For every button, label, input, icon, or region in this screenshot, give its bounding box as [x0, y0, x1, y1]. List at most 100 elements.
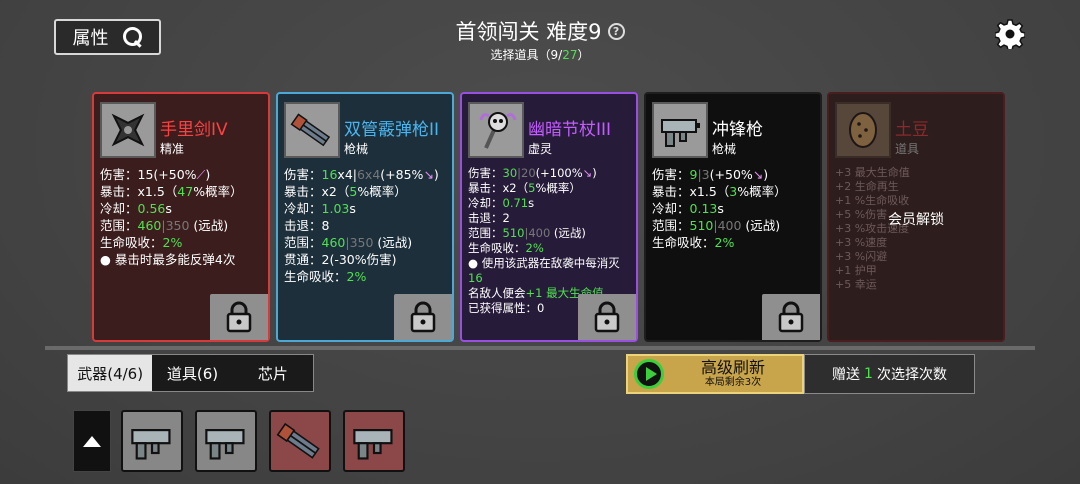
refresh-remaining: 本局剩余3次: [704, 377, 762, 388]
stat-cooldown: 冷却：1.03s: [284, 201, 356, 216]
stat-cooldown: 冷却：0.56s: [100, 201, 172, 216]
lock-button[interactable]: [210, 294, 268, 340]
inventory-tabs: 武器(4/6) 道具(6) 芯片: [67, 354, 314, 392]
lock-button[interactable]: [578, 294, 636, 340]
inventory-slot-smg[interactable]: [343, 410, 405, 472]
stat-knockback: 击退：8: [284, 218, 330, 233]
stat-line: +1 %生命吸收: [835, 194, 910, 207]
stat-range: 范围：460|350 (远战): [284, 235, 413, 250]
tab-items[interactable]: 道具(6): [152, 355, 232, 391]
item-card-potato-locked[interactable]: 土豆 道具 +3 最大生命值 +2 生命再生 +1 %生命吸收 +5 %伤害 +…: [827, 92, 1005, 342]
card-type: 枪械: [344, 142, 369, 156]
card-type: 精准: [160, 142, 185, 156]
stat-line: +2 生命再生: [835, 180, 899, 193]
shotgun-mini-icon: ↘: [423, 167, 434, 182]
smg-icon: [353, 429, 393, 460]
card-name: 手里剑IV: [160, 120, 228, 140]
play-icon: [634, 359, 664, 389]
counter-prefix: 选择道具（: [490, 48, 551, 62]
bonus-prefix: 赠送: [832, 367, 861, 383]
counter-suffix: ）: [577, 48, 590, 62]
stat-crit: 暴击：x2（5%概率）: [468, 181, 581, 195]
divider: [45, 346, 1035, 350]
card-name: 冲锋枪: [712, 120, 763, 140]
stat-special-1: ● 使用该武器在敌袭中每消灭16: [468, 256, 620, 285]
card-name: 幽暗节杖III: [528, 120, 612, 140]
smg-icon: [652, 102, 708, 158]
help-icon[interactable]: ?: [607, 22, 625, 40]
counter-current: 9: [550, 48, 559, 62]
gear-icon[interactable]: [995, 19, 1025, 49]
lock-button[interactable]: [762, 294, 820, 340]
stat-line: +5 幸运: [835, 278, 877, 291]
expand-up-button[interactable]: [73, 410, 111, 472]
stat-line: +3 %速度: [835, 236, 888, 249]
selection-counter: 选择道具（9/27）: [0, 46, 1080, 63]
stat-cooldown: 冷却：0.71s: [468, 196, 535, 210]
stat-line: +3 %闪避: [835, 250, 888, 263]
stat-range: 范围：510|400 (远战): [468, 226, 586, 240]
weapon-card-double-shotgun[interactable]: 双管霰弹枪II 枪械 伤害：16x4|6x4(+85%↘) 暴击：x2（5%概率…: [276, 92, 454, 342]
scepter-icon: [468, 102, 524, 158]
page-title: 首领闯关 难度9: [455, 20, 602, 44]
stat-crit: 暴击：x2（5%概率）: [284, 184, 407, 199]
lock-icon: [226, 301, 252, 333]
stat-damage: 伤害：15(+50%⟋): [100, 167, 211, 182]
card-type: 枪械: [712, 142, 737, 156]
stat-special: ● 暴击时最多能反弹4次: [100, 252, 236, 267]
bonus-count: 1: [864, 366, 873, 382]
stat-knockback: 击退：2: [468, 211, 510, 225]
stat-pierce: 贯通：2(-30%伤害): [284, 252, 397, 267]
smg-icon: [205, 429, 245, 460]
stat-lifesteal: 生命吸收：2%: [284, 269, 367, 284]
stat-lifesteal: 生命吸收：2%: [100, 235, 183, 250]
stat-range: 范围：460|350 (远战): [100, 218, 229, 233]
stat-lifesteal: 生命吸收：2%: [652, 235, 735, 250]
stat-crit: 暴击：x1.5（3%概率）: [652, 184, 787, 199]
refresh-label: 高级刷新: [700, 358, 765, 377]
dagger-icon: ⟋: [196, 167, 206, 182]
stat-line: +1 护甲: [835, 264, 877, 277]
shotgun-icon: [276, 422, 320, 459]
card-stats: +3 最大生命值 +2 生命再生 +1 %生命吸收 +5 %伤害 +3 %攻击速…: [835, 166, 997, 292]
stat-damage: 伤害：16x4|6x4(+85%↘): [284, 167, 439, 182]
stat-damage: 伤害：9|3(+50%↘): [652, 167, 769, 182]
lock-button[interactable]: [394, 294, 452, 340]
stat-line: +3 最大生命值: [835, 166, 910, 179]
stat-range: 范围：510|400 (远战): [652, 218, 781, 233]
shuriken-icon: [100, 102, 156, 158]
card-type: 虚灵: [528, 142, 553, 156]
magic-mini-icon: ↘: [582, 166, 593, 180]
weapon-card-shuriken[interactable]: 手里剑IV 精准 伤害：15(+50%⟋) 暴击：x1.5（47%概率） 冷却：…: [92, 92, 270, 342]
lock-icon: [594, 301, 620, 333]
card-stats: 伤害：15(+50%⟋) 暴击：x1.5（47%概率） 冷却：0.56s 范围：…: [100, 166, 262, 268]
potato-icon: [835, 102, 891, 158]
advanced-refresh-button[interactable]: 高级刷新 本局剩余3次: [626, 354, 804, 394]
inventory-slot-shotgun[interactable]: [269, 410, 331, 472]
smg-icon: [131, 429, 171, 460]
tab-chips[interactable]: 芯片: [233, 355, 313, 391]
stat-lifesteal: 生命吸收：2%: [468, 241, 544, 255]
title-area: 首领闯关 难度9 ? 选择道具（9/27）: [0, 16, 1080, 63]
card-stats: 伤害：16x4|6x4(+85%↘) 暴击：x2（5%概率） 冷却：1.03s …: [284, 166, 446, 285]
inventory-slot-smg[interactable]: [195, 410, 257, 472]
stat-cooldown: 冷却：0.13s: [652, 201, 724, 216]
member-unlock-label: 会员解锁: [888, 212, 944, 228]
inventory-slot-smg[interactable]: [121, 410, 183, 472]
weapon-card-dark-scepter[interactable]: 幽暗节杖III 虚灵 伤害：30|20(+100%↘) 暴击：x2（5%概率） …: [460, 92, 638, 342]
card-type: 道具: [895, 142, 920, 156]
shotgun-icon: [284, 102, 340, 158]
card-name: 双管霰弹枪II: [344, 120, 440, 140]
counter-total: 27: [562, 48, 578, 62]
card-name: 土豆: [895, 120, 929, 140]
tab-weapons[interactable]: 武器(4/6): [68, 355, 153, 391]
stat-crit: 暴击：x1.5（47%概率）: [100, 184, 243, 199]
weapon-card-smg[interactable]: 冲锋枪 枪械 伤害：9|3(+50%↘) 暴击：x1.5（3%概率） 冷却：0.…: [644, 92, 822, 342]
lock-icon: [778, 301, 804, 333]
bonus-suffix: 次选择次数: [876, 367, 947, 383]
stat-damage: 伤害：30|20(+100%↘): [468, 166, 597, 180]
lock-icon: [410, 301, 436, 333]
card-stats: 伤害：9|3(+50%↘) 暴击：x1.5（3%概率） 冷却：0.13s 范围：…: [652, 166, 814, 251]
bonus-choices-button[interactable]: 赠送 1 次选择次数: [804, 354, 975, 394]
gun-mini-icon: ↘: [752, 167, 764, 182]
